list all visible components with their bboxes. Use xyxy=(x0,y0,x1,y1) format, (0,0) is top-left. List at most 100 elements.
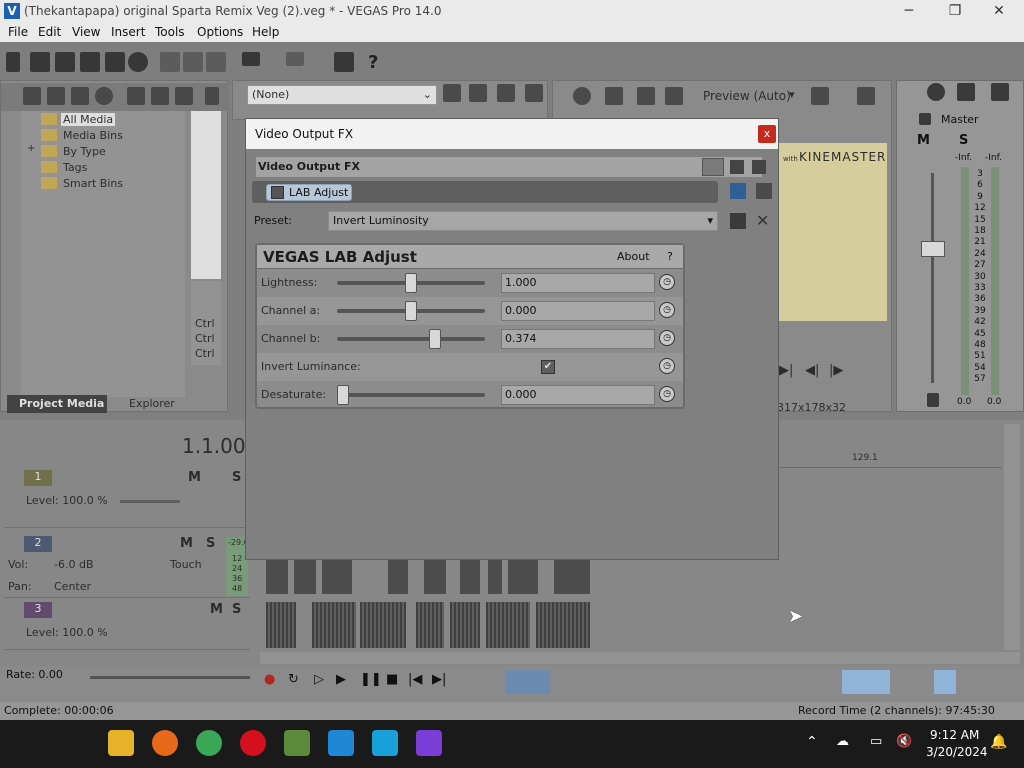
reset-keyframe-icon[interactable]: ◷ xyxy=(659,358,675,374)
properties-icon[interactable] xyxy=(128,52,148,72)
play-icon[interactable]: |▶ xyxy=(829,363,843,378)
overlays-icon[interactable] xyxy=(665,87,683,105)
network-icon[interactable]: ▭ xyxy=(870,734,882,749)
fx-chain-item-lab-adjust[interactable]: LAB Adjust xyxy=(266,184,352,201)
lock-icon[interactable] xyxy=(927,393,939,407)
media-fx-icon[interactable] xyxy=(151,87,169,105)
menu-view[interactable]: View xyxy=(72,25,100,39)
pause-icon[interactable]: ❚❚ xyxy=(360,672,382,687)
reset-keyframe-icon[interactable]: ◷ xyxy=(659,386,675,402)
reset-keyframe-icon[interactable]: ◷ xyxy=(659,302,675,318)
normal-edit-tool[interactable] xyxy=(506,670,550,694)
master-fader[interactable] xyxy=(921,241,945,257)
web-icon[interactable] xyxy=(95,87,113,105)
dialog-close-button[interactable]: x xyxy=(758,125,776,143)
minecraft-icon[interactable] xyxy=(284,730,310,756)
timeline-clip[interactable] xyxy=(488,560,502,594)
master-view-icon[interactable] xyxy=(957,83,975,101)
vegas-pro-icon[interactable] xyxy=(328,730,354,756)
get-media-icon[interactable] xyxy=(71,87,89,105)
track-header-2[interactable]: 2 M S Vol: -6.0 dB Touch Pan: Center -29… xyxy=(4,532,250,598)
tree-item-tags[interactable]: Tags xyxy=(63,161,87,174)
plugin-help-button[interactable]: ? xyxy=(667,250,673,263)
menu-file[interactable]: File xyxy=(8,25,28,39)
firefox-icon[interactable] xyxy=(152,730,178,756)
preset-dropdown[interactable]: Invert Luminosity ▾ xyxy=(328,211,718,231)
timeline-clip[interactable] xyxy=(554,560,590,594)
menu-options[interactable]: Options xyxy=(197,25,243,39)
external-monitor-icon[interactable] xyxy=(605,87,623,105)
detail-view-icon[interactable] xyxy=(730,160,744,174)
clear-icon[interactable] xyxy=(469,84,487,102)
menu-insert[interactable]: Insert xyxy=(111,25,145,39)
spellcheck-icon[interactable] xyxy=(443,84,461,102)
mute-button[interactable]: M xyxy=(180,536,193,551)
close-window-button[interactable]: ✕ xyxy=(976,1,1022,21)
help-icon[interactable]: ? xyxy=(368,52,378,73)
clock-date[interactable]: 3/20/2024 xyxy=(926,745,988,759)
solo-button[interactable]: S xyxy=(959,133,968,148)
onedrive-icon[interactable]: ☁ xyxy=(836,734,849,749)
clipchamp-icon[interactable] xyxy=(416,730,442,756)
timeline-clip[interactable] xyxy=(508,560,538,594)
undo-icon[interactable] xyxy=(242,52,260,66)
import-media-icon[interactable] xyxy=(23,87,41,105)
paste-icon[interactable] xyxy=(206,52,226,72)
grid-icon[interactable] xyxy=(811,87,829,105)
save-preset-icon[interactable] xyxy=(730,213,746,229)
track-header-3[interactable]: 3 M S Level: 100.0 % xyxy=(4,600,250,650)
loop-icon[interactable]: ↻ xyxy=(288,672,299,687)
play-from-start-icon[interactable]: ▷ xyxy=(314,672,324,687)
desaturate-slider-track[interactable] xyxy=(337,393,485,397)
menu-help[interactable]: Help xyxy=(252,25,279,39)
audio-clip[interactable] xyxy=(536,602,590,648)
fx-selector[interactable]: (None) ⌄ xyxy=(247,85,437,105)
timeline-clip[interactable] xyxy=(388,560,408,594)
chevron-up-icon[interactable]: ⌃ xyxy=(806,734,818,750)
mute-button[interactable]: M xyxy=(917,133,930,148)
timeline-clip[interactable] xyxy=(322,560,352,594)
timeline-clip[interactable] xyxy=(294,560,316,594)
preview-settings-icon[interactable] xyxy=(573,87,591,105)
clock-time[interactable]: 9:12 AM xyxy=(930,728,979,742)
tree-item-all-media[interactable]: All Media xyxy=(61,113,116,126)
reset-keyframe-icon[interactable]: ◷ xyxy=(659,274,675,290)
mute-button[interactable]: M xyxy=(210,602,223,617)
channel-a-slider[interactable] xyxy=(405,301,417,321)
automation-mode[interactable]: Touch xyxy=(170,558,202,571)
capture-icon[interactable] xyxy=(47,87,65,105)
list-view-icon[interactable] xyxy=(702,158,724,176)
audio-clip[interactable] xyxy=(266,602,296,648)
blank-icon[interactable] xyxy=(497,84,515,102)
menu-tools[interactable]: Tools xyxy=(155,25,185,39)
timeline-clip[interactable] xyxy=(266,560,288,594)
opera-icon[interactable] xyxy=(240,730,266,756)
mute-button[interactable]: M xyxy=(188,470,201,485)
audio-clip[interactable] xyxy=(416,602,444,648)
master-settings-icon[interactable] xyxy=(927,83,945,101)
copy-icon[interactable] xyxy=(183,52,203,72)
speaker-muted-icon[interactable]: 🔇 xyxy=(896,734,912,749)
notification-bell-icon[interactable]: 🔔 xyxy=(990,734,1007,750)
open-icon[interactable] xyxy=(30,52,50,72)
auto-ripple-toggle[interactable] xyxy=(934,670,956,694)
tree-item-media-bins[interactable]: Media Bins xyxy=(63,129,123,142)
media-gen-icon[interactable] xyxy=(175,87,193,105)
file-explorer-icon[interactable] xyxy=(108,730,134,756)
record-icon[interactable]: ● xyxy=(264,672,275,687)
go-to-end-icon[interactable]: ▶| xyxy=(432,672,446,687)
channel-b-slider[interactable] xyxy=(429,329,442,349)
tree-item-smart-bins[interactable]: Smart Bins xyxy=(63,177,123,190)
expand-icon[interactable]: + xyxy=(27,143,35,154)
preview-quality[interactable]: Preview (Auto) xyxy=(703,89,791,103)
copy-snapshot-icon[interactable] xyxy=(857,87,875,105)
photos-icon[interactable] xyxy=(372,730,398,756)
minimize-button[interactable]: ─ xyxy=(886,1,932,21)
trim-tool-icon[interactable] xyxy=(334,52,354,72)
new-icon[interactable] xyxy=(6,52,20,72)
split-screen-icon[interactable] xyxy=(637,87,655,105)
checkbox-icon[interactable] xyxy=(271,186,284,199)
audio-clip[interactable] xyxy=(312,602,356,648)
tab-project-media[interactable]: Project Media xyxy=(7,395,107,413)
channel-b-slider-track[interactable] xyxy=(337,337,485,341)
